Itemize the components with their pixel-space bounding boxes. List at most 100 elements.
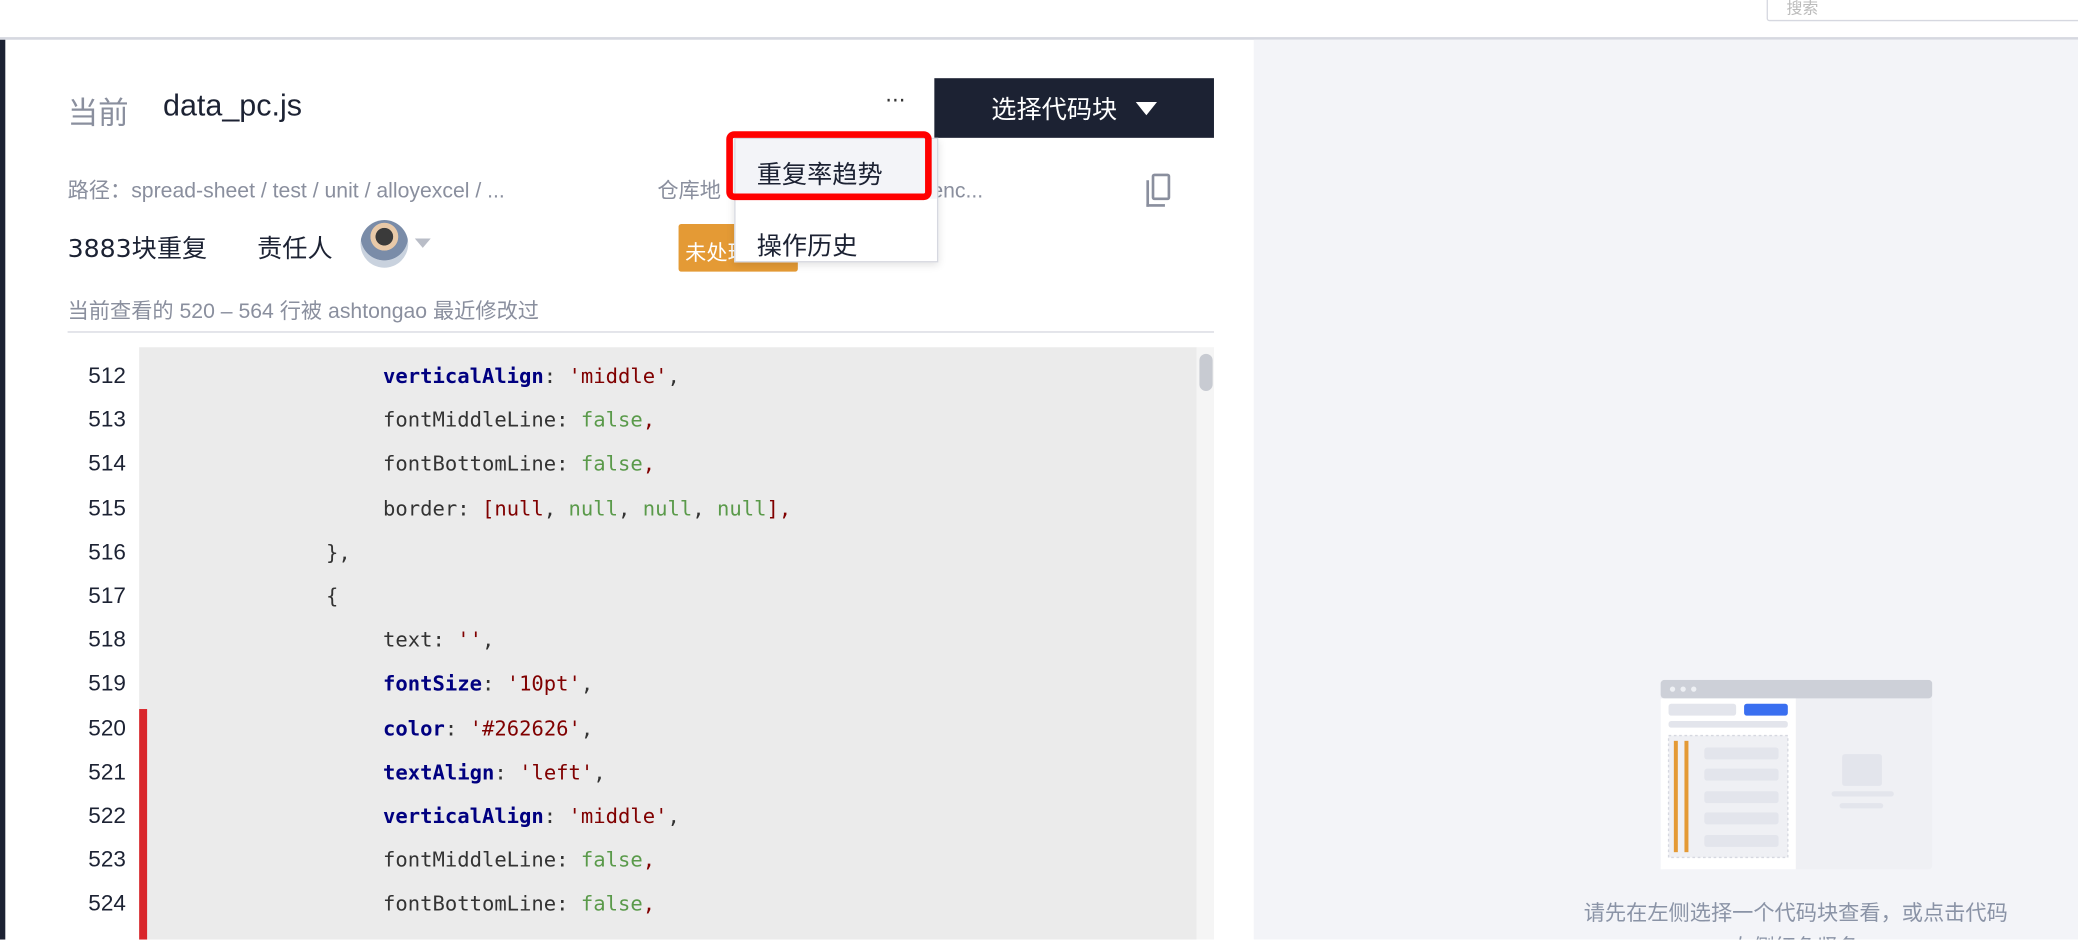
code-token: 'left' [519, 760, 594, 785]
line-number: 514 [88, 451, 126, 477]
scrollbar-thumb[interactable] [1199, 353, 1213, 391]
code-token: : [481, 672, 507, 697]
code-token: text: [383, 628, 458, 653]
left-edge [0, 39, 6, 940]
code-token: verticalAlign [383, 804, 544, 829]
line-number: 513 [88, 407, 126, 433]
line-number: 523 [88, 847, 126, 873]
scrollbar[interactable] [1196, 347, 1214, 940]
code-token: textAlign [383, 760, 495, 785]
code-token: 'middle' [568, 364, 668, 389]
empty-state-illustration [1660, 679, 1933, 870]
code-token: '' [457, 628, 482, 653]
line-number: 522 [88, 803, 126, 829]
code-token: '10pt' [506, 672, 581, 697]
owner-label: 责任人 [257, 234, 333, 264]
code-token: verticalAlign [383, 364, 544, 389]
line-number: 518 [88, 627, 126, 653]
code-token: null [568, 496, 619, 521]
code-token: }, [326, 540, 351, 565]
duplicate-count: 3883块重复 [67, 234, 208, 264]
code-token: : [543, 804, 569, 829]
code-view: verticalAlign: 'middle', fontMiddleLine: … [139, 347, 1197, 940]
code-line: color: '#262626', [383, 716, 593, 740]
more-button[interactable]: ··· [885, 87, 905, 112]
avatar[interactable] [360, 219, 409, 268]
code-token: , [692, 496, 717, 521]
line-number: 521 [88, 759, 126, 785]
code-token: , [642, 892, 656, 917]
code-token: { [326, 584, 339, 609]
duplicate-marker-bar[interactable] [139, 709, 148, 940]
code-line: fontBottomLine: false, [383, 452, 655, 476]
line-number: 520 [88, 715, 126, 741]
code-line: }, [326, 540, 351, 564]
page: 搜索 当前 data_pc.js ··· 选择代码块 路径：spread-she… [0, 0, 2078, 940]
code-token: , [618, 496, 643, 521]
code-token: ], [766, 496, 792, 521]
file-name: data_pc.js [163, 87, 302, 122]
line-number: 512 [88, 363, 126, 389]
code-token: , [667, 364, 680, 389]
code-line: fontSize: '10pt', [383, 672, 593, 696]
code-token: fontMiddleLine: [383, 848, 581, 873]
code-token: , [593, 760, 606, 785]
code-token: '#262626' [469, 716, 581, 741]
code-token: [null [481, 496, 544, 521]
select-code-block-label: 选择代码块 [991, 95, 1118, 125]
line-numbers: 512 513 514 515 516 517 518 519 520 521 522 523 524 [68, 347, 140, 939]
code-token: : [494, 760, 520, 785]
repo-label: 仓库地 [657, 180, 721, 203]
top-bar: 搜索 [0, 0, 2078, 40]
code-token: , [580, 672, 594, 697]
code-line: fontMiddleLine: false, [383, 408, 655, 432]
menu-item-operation-history[interactable]: 操作历史 [736, 211, 937, 271]
code-line: { [326, 584, 338, 608]
caret-down-icon [1135, 101, 1157, 115]
code-token: : [543, 364, 569, 389]
code-token: false [580, 848, 643, 873]
code-token: null [642, 496, 693, 521]
code-token: , [543, 496, 569, 521]
recent-modification: 当前查看的 520 – 564 行被 ashtongao 最近修改过 [67, 300, 540, 324]
code-line: textAlign: 'left', [383, 760, 606, 784]
line-number: 524 [88, 891, 126, 917]
copy-icon[interactable] [1146, 173, 1171, 207]
code-token: color [383, 716, 445, 741]
file-path: 路径：spread-sheet / test / unit / alloyexc… [67, 180, 505, 203]
code-token: 'middle' [568, 804, 668, 829]
code-line: fontBottomLine: false, [383, 892, 655, 916]
code-token: : [444, 716, 470, 741]
select-code-block-button[interactable]: 选择代码块 [934, 78, 1214, 138]
code-line: border: [null, null, null, null], [383, 496, 791, 520]
code-token: border: [383, 496, 482, 521]
code-token: null [716, 496, 767, 521]
code-token: false [580, 408, 643, 433]
code-line: text: '', [383, 628, 494, 652]
code-token: false [580, 892, 643, 917]
caret-down-icon[interactable] [414, 238, 431, 248]
menu-item-duplicate-trend[interactable]: 重复率趋势 [735, 139, 937, 199]
code-token: , [642, 408, 656, 433]
code-token: fontMiddleLine: [383, 408, 581, 433]
empty-state-hint: 请先在左侧选择一个代码块查看，或点击代码左侧红色竖条 [1583, 899, 2008, 940]
line-number: 515 [88, 495, 126, 521]
code-token: fontBottomLine: [383, 452, 581, 477]
code-token: , [642, 848, 656, 873]
code-line: verticalAlign: 'middle', [383, 804, 680, 828]
code-line: fontMiddleLine: false, [383, 848, 655, 872]
code-token: , [580, 716, 594, 741]
code-token: false [580, 452, 643, 477]
code-token: fontSize [383, 672, 482, 697]
code-token: fontBottomLine: [383, 892, 581, 917]
title-prefix: 当前 [67, 96, 129, 132]
divider [67, 331, 1214, 333]
more-dropdown-menu: 重复率趋势 操作历史 [734, 137, 939, 263]
code-line: verticalAlign: 'middle', [383, 364, 680, 388]
line-number: 517 [88, 583, 126, 609]
line-number: 519 [88, 671, 126, 697]
code-token: , [481, 628, 495, 653]
search-input[interactable]: 搜索 [1766, 0, 2078, 22]
code-token: , [667, 804, 680, 829]
line-number: 516 [88, 539, 126, 565]
